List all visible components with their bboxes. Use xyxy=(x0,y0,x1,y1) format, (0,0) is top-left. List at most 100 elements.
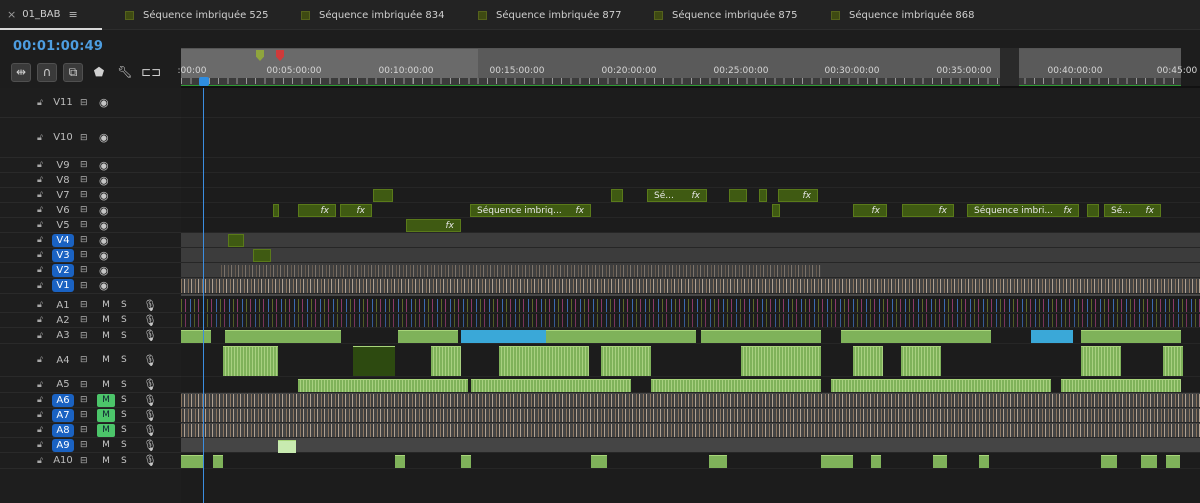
lock-icon[interactable]: 🔓︎ xyxy=(37,380,43,390)
audio-clip[interactable] xyxy=(471,379,631,392)
track-name[interactable]: V11 xyxy=(52,96,74,109)
eye-icon[interactable]: ◉ xyxy=(99,264,109,277)
track-name[interactable]: A5 xyxy=(52,378,74,391)
audio-clip[interactable] xyxy=(225,330,341,343)
lane-v8[interactable] xyxy=(181,173,1200,188)
audio-clip[interactable] xyxy=(278,440,296,453)
video-clip-nested[interactable]: Séquence imbriq... fx xyxy=(470,204,591,217)
microphone-icon[interactable]: 🎙︎ xyxy=(143,424,157,437)
playhead-line[interactable] xyxy=(203,88,204,503)
track-header-v11[interactable]: 🔓︎ V11 ⊟ ◉ xyxy=(0,88,181,118)
lock-icon[interactable]: 🔓︎ xyxy=(37,410,43,420)
lock-icon[interactable]: 🔓︎ xyxy=(37,440,43,450)
a6-clip-strip[interactable] xyxy=(181,394,1200,407)
mute-button[interactable]: M xyxy=(97,423,115,437)
close-icon[interactable]: × xyxy=(7,8,16,21)
solo-button[interactable]: S xyxy=(121,395,127,405)
audio-clip[interactable] xyxy=(353,346,395,376)
sync-lock-icon[interactable]: ⊟ xyxy=(80,133,88,143)
audio-clip[interactable] xyxy=(1166,455,1180,468)
video-clip-nested[interactable]: Sé... fx xyxy=(647,189,707,202)
mute-button[interactable]: M xyxy=(97,393,115,407)
solo-button[interactable]: S xyxy=(121,456,127,466)
audio-clip[interactable] xyxy=(1163,346,1183,376)
time-ruler[interactable]: :00:00 00:05:00:00 00:10:00:00 00:15:00:… xyxy=(178,48,1197,87)
solo-button[interactable]: S xyxy=(121,300,127,310)
audio-clip[interactable] xyxy=(591,455,607,468)
sync-lock-icon[interactable]: ⊟ xyxy=(80,331,88,341)
track-header-v5[interactable]: 🔓︎ V5 ⊟ ◉ xyxy=(0,218,181,233)
track-name[interactable]: A4 xyxy=(52,354,74,367)
track-name[interactable]: V4 xyxy=(52,233,74,247)
lock-icon[interactable]: 🔓︎ xyxy=(37,456,43,466)
video-clip[interactable]: fx xyxy=(853,204,887,217)
mute-button[interactable]: M xyxy=(97,299,115,312)
video-clip[interactable] xyxy=(253,249,271,262)
eye-icon[interactable]: ◉ xyxy=(99,96,109,109)
video-clip[interactable]: fx xyxy=(298,204,336,217)
video-clip[interactable] xyxy=(273,204,279,217)
track-name[interactable]: A6 xyxy=(52,393,74,407)
track-header-v7[interactable]: 🔓︎ V7 ⊟ ◉ xyxy=(0,188,181,203)
eye-icon[interactable]: ◉ xyxy=(99,174,109,187)
audio-clip[interactable] xyxy=(1081,346,1121,376)
insert-nest-button[interactable]: ⇹ xyxy=(8,61,34,83)
mute-button[interactable]: M xyxy=(97,354,115,367)
solo-button[interactable]: S xyxy=(121,380,127,390)
audio-clip[interactable] xyxy=(546,330,696,343)
solo-button[interactable]: S xyxy=(121,440,127,450)
add-marker-button[interactable]: ⬟ xyxy=(86,61,112,83)
track-header-v1[interactable]: 🔓︎ V1 ⊟ ◉ xyxy=(0,278,181,294)
audio-clip[interactable] xyxy=(601,346,651,376)
lock-icon[interactable]: 🔓︎ xyxy=(37,281,43,291)
audio-clip[interactable] xyxy=(395,455,405,468)
track-header-a5[interactable]: 🔓︎ A5 ⊟ M S 🎙︎ xyxy=(0,377,181,393)
a1-clip-strip[interactable] xyxy=(181,299,1200,312)
audio-clip[interactable] xyxy=(979,455,989,468)
eye-icon[interactable]: ◉ xyxy=(99,279,109,292)
microphone-icon[interactable]: 🎙︎ xyxy=(143,299,157,312)
track-name[interactable]: V3 xyxy=(52,248,74,262)
track-name[interactable]: A1 xyxy=(52,299,74,312)
audio-clip[interactable] xyxy=(901,346,941,376)
lock-icon[interactable]: 🔓︎ xyxy=(37,250,43,260)
captions-button[interactable]: ⊏⊐ xyxy=(138,61,164,83)
audio-clip[interactable] xyxy=(223,346,278,376)
track-header-a4[interactable]: 🔓︎ A4 ⊟ M S 🎙︎ xyxy=(0,344,181,377)
solo-button[interactable]: S xyxy=(121,410,127,420)
lock-icon[interactable]: 🔓︎ xyxy=(37,175,43,185)
track-header-v6[interactable]: 🔓︎ V6 ⊟ ◉ xyxy=(0,203,181,218)
audio-clip-blue[interactable] xyxy=(1031,330,1073,343)
track-header-v3[interactable]: 🔓︎ V3 ⊟ ◉ xyxy=(0,248,181,263)
panel-menu-icon[interactable]: ≡ xyxy=(69,8,78,21)
v1-clip-strip[interactable] xyxy=(181,279,1200,293)
microphone-icon[interactable]: 🎙︎ xyxy=(143,454,157,467)
lane-v10[interactable] xyxy=(181,118,1200,158)
audio-clip[interactable] xyxy=(1141,455,1157,468)
sync-lock-icon[interactable]: ⊟ xyxy=(80,220,88,230)
video-clip[interactable] xyxy=(1087,204,1099,217)
sync-lock-icon[interactable]: ⊟ xyxy=(80,300,88,310)
playhead-handle[interactable] xyxy=(199,77,209,86)
audio-clip[interactable] xyxy=(431,346,461,376)
tab-sequence-875[interactable]: Séquence imbriquée 875 xyxy=(654,0,798,30)
a2-clip-strip[interactable] xyxy=(181,314,1200,327)
lock-icon[interactable]: 🔓︎ xyxy=(37,315,43,325)
video-clip[interactable]: fx xyxy=(406,219,461,232)
lock-icon[interactable]: 🔓︎ xyxy=(37,331,43,341)
sync-lock-icon[interactable]: ⊟ xyxy=(80,395,88,405)
track-name[interactable]: V9 xyxy=(52,159,74,172)
audio-clip[interactable] xyxy=(1101,455,1117,468)
a7-clip-strip[interactable] xyxy=(181,409,1200,422)
track-header-a6[interactable]: 🔓︎ A6 ⊟ M S 🎙︎ xyxy=(0,393,181,408)
microphone-icon[interactable]: 🎙︎ xyxy=(143,378,157,391)
tab-sequence-525[interactable]: Séquence imbriquée 525 xyxy=(125,0,269,30)
eye-icon[interactable]: ◉ xyxy=(99,204,109,217)
audio-clip[interactable] xyxy=(461,455,471,468)
audio-clip-blue[interactable] xyxy=(461,330,546,343)
audio-clip[interactable] xyxy=(298,379,468,392)
lane-v9[interactable] xyxy=(181,158,1200,173)
lock-icon[interactable]: 🔓︎ xyxy=(37,190,43,200)
sync-lock-icon[interactable]: ⊟ xyxy=(80,281,88,291)
lock-icon[interactable]: 🔓︎ xyxy=(37,300,43,310)
